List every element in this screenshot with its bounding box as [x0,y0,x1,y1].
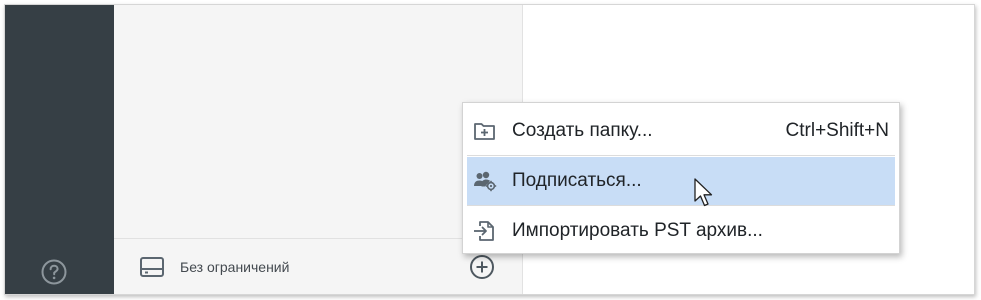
menu-item-label: Создать папку... [512,120,653,141]
menu-item-import-pst[interactable]: Импортировать PST архив... [467,207,895,255]
storage-quota-label: Без ограничений [180,259,290,275]
subscribe-users-icon [473,170,497,192]
menu-item-label: Подписаться... [512,170,642,191]
menu-separator [467,205,895,206]
folder-plus-icon [473,120,497,142]
folder-pane-footer: Без ограничений [114,238,522,294]
drive-icon [139,256,165,278]
menu-item-create-folder[interactable]: Создать папку... Ctrl+Shift+N [467,107,895,155]
context-menu: Создать папку... Ctrl+Shift+N Подписатьс… [462,102,900,254]
left-rail [5,5,114,294]
menu-item-subscribe[interactable]: Подписаться... [467,157,895,205]
menu-item-shortcut: Ctrl+Shift+N [785,120,889,141]
question-circle-icon[interactable] [41,259,67,285]
menu-item-label: Импортировать PST архив... [512,220,763,241]
menu-separator [467,155,895,156]
plus-circle-icon [470,255,494,279]
import-file-icon [473,220,497,242]
add-folder-button[interactable] [469,254,495,280]
mouse-pointer-icon [694,178,716,208]
